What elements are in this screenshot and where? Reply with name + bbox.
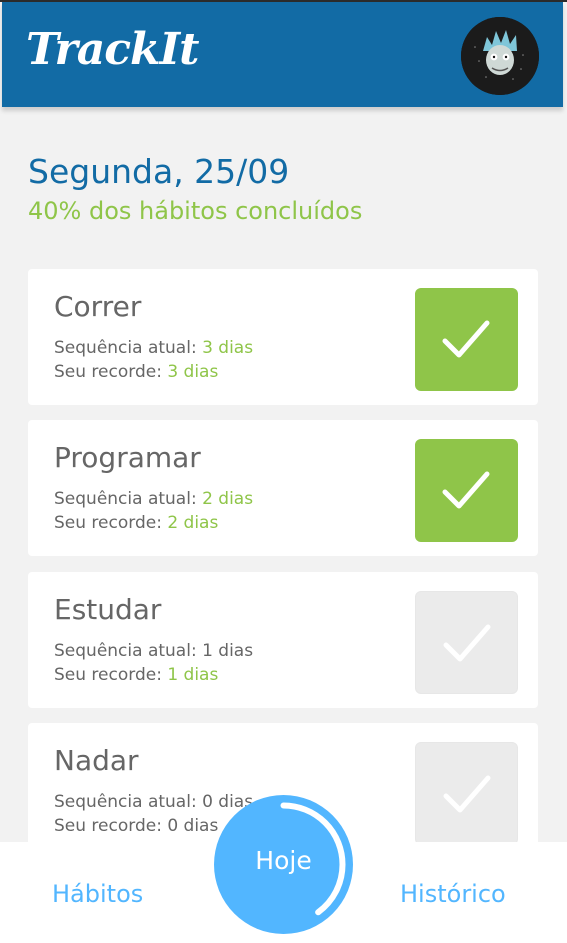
current-streak-value: 2 dias	[202, 489, 254, 509]
habit-check-button[interactable]	[415, 439, 518, 542]
app-screen: TrackIt Segunda, 25/09 40% dos hábitos c…	[0, 0, 567, 943]
habit-card: Correr Sequência atual: 3 dias Seu recor…	[28, 269, 538, 405]
record-streak: Seu recorde: 0 dias	[54, 816, 219, 836]
habit-card: Programar Sequência atual: 2 dias Seu re…	[28, 420, 538, 556]
record-streak: Seu recorde: 3 dias	[54, 362, 219, 382]
record-streak-value: 2 dias	[167, 513, 219, 533]
habit-check-button[interactable]	[415, 288, 518, 391]
app-logo: TrackIt	[26, 24, 199, 75]
checkmark-icon	[443, 775, 491, 813]
current-streak: Sequência atual: 3 dias	[54, 338, 254, 358]
habit-name: Nadar	[54, 744, 139, 777]
record-streak-value: 3 dias	[167, 362, 219, 382]
record-streak-value: 0 dias	[167, 816, 219, 836]
current-streak: Sequência atual: 2 dias	[54, 489, 254, 509]
habit-name: Estudar	[54, 593, 162, 626]
habit-name: Correr	[54, 290, 142, 323]
current-streak: Sequência atual: 1 dias	[54, 641, 254, 661]
record-streak-value: 1 dias	[167, 665, 219, 685]
user-avatar[interactable]	[461, 17, 539, 95]
record-streak: Seu recorde: 1 dias	[54, 665, 219, 685]
today-button[interactable]: Hoje	[214, 795, 353, 934]
nav-history-link[interactable]: Histórico	[400, 878, 506, 910]
checkmark-icon	[442, 471, 490, 509]
nav-habits-link[interactable]: Hábitos	[52, 878, 143, 910]
habit-check-button[interactable]	[415, 591, 518, 694]
habit-check-button[interactable]	[415, 742, 518, 845]
progress-subtitle: 40% dos hábitos concluídos	[28, 197, 363, 225]
page-title: Segunda, 25/09	[28, 152, 290, 191]
current-streak-value: 1 dias	[202, 641, 254, 661]
current-streak-value: 3 dias	[202, 338, 254, 358]
checkmark-icon	[442, 320, 490, 358]
habit-name: Programar	[54, 441, 201, 474]
top-bar: TrackIt	[2, 2, 563, 107]
habit-card: Estudar Sequência atual: 1 dias Seu reco…	[28, 572, 538, 708]
checkmark-icon	[443, 624, 491, 662]
today-label: Hoje	[255, 846, 312, 875]
record-streak: Seu recorde: 2 dias	[54, 513, 219, 533]
rick-avatar-icon	[461, 17, 539, 95]
